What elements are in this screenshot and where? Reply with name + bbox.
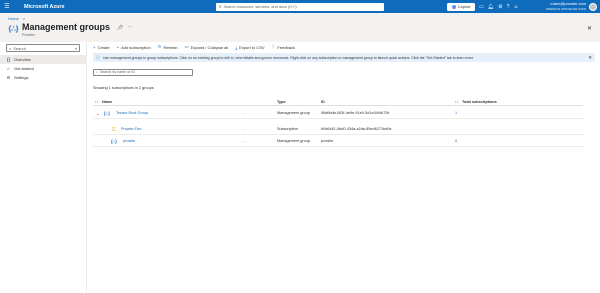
column-type[interactable]: Type [277,100,286,104]
info-icon: ⓘ [96,54,100,60]
management-group-icon: {∴} [111,139,117,144]
sort-icon[interactable]: ↑↓ [455,100,459,104]
info-text: Use management groups to group subscript… [103,55,474,60]
notifications-icon[interactable]: 🔔︎ [488,4,494,10]
expand-collapse-label: Expand / Collapse all [190,44,229,50]
row-total[interactable]: 1 [455,111,457,115]
add-subscription-button[interactable]: + Add subscription [117,45,151,50]
sidebar-search-placeholder: Search [13,45,26,51]
table-row[interactable]: {∴} prowler ... Management group prowler… [93,135,583,147]
row-type: Management group [277,139,310,143]
global-search-input[interactable]: ⌕ Search resources, services, and docs (… [216,2,384,11]
sidebar: ⌕ Search « {} Overview ➶ Get started ⚙ S… [0,42,86,293]
collapse-sidebar-icon[interactable]: « [75,46,77,51]
refresh-button[interactable]: ↻ Refresh [158,44,178,50]
hamburger-icon[interactable]: ☰ [0,0,14,13]
column-name[interactable]: Name [102,100,112,104]
plus-icon: + [116,44,120,50]
create-button[interactable]: + Create [93,45,110,50]
row-more-button[interactable]: ... [243,127,248,131]
row-type: Subscription [277,127,298,131]
user-account[interactable]: ruben@prowler.com PREMIUM (PROWLER.COM) [546,1,586,11]
sidebar-item-label: Get started [14,66,34,71]
sidebar-item-get-started[interactable]: ➶ Get started [0,64,86,73]
copilot-button[interactable]: Copilot [447,2,475,11]
table-header: ↑↓ Name Type ID ↑↓ Total subscriptions [93,99,583,106]
export-csv-label: Export to CSV [239,44,265,50]
command-bar: + Create + Add subscription ↻ Refresh ▭ Expa… [87,42,600,52]
filter-search-input[interactable]: ⌕ Search by name or ID [93,69,193,76]
heart-icon: ♡ [271,44,276,49]
chevron-down-icon[interactable]: ⌄ [96,111,99,116]
row-name-link[interactable]: Prowler Dev [121,127,142,131]
add-subscription-label: Add subscription [121,44,151,50]
avatar[interactable] [589,2,597,11]
export-csv-button[interactable]: ⤓ Export to CSV [235,45,264,50]
settings-icon[interactable]: ⚙ [498,4,502,10]
main-content: + Create + Add subscription ↻ Refresh ▭ Expa… [86,42,600,293]
table-row[interactable]: ⌄ {∴} Tenant Root Group ... Management g… [93,107,583,119]
row-id: 96df4efa-083f-4e9e-91e0-5d1e04f4b72b [321,111,390,115]
gear-icon: ⚙ [6,75,11,80]
row-id: b0d6441-5dd0-434a-a2da-89ed6271bd0e [321,127,392,131]
plus-icon: + [93,44,96,50]
top-bar: ☰ Microsoft Azure ⌕ Search resources, se… [0,0,600,13]
refresh-icon: ↻ [157,44,162,49]
management-group-icon: {∴} [104,111,110,116]
close-icon[interactable]: ✕ [588,55,592,61]
search-icon: ⌕ [96,70,99,75]
search-icon: ⌕ [9,45,12,51]
feedback-label: Feedback [277,44,295,50]
download-icon: ⤓ [235,44,238,50]
result-summary: Showing 1 subscriptions in 2 groups [93,86,154,90]
expand-collapse-button[interactable]: ▭ Expand / Collapse all [184,44,228,50]
breadcrumb-separator: > [22,15,26,21]
breadcrumb: Home > [8,16,25,21]
help-icon[interactable]: ? [507,4,510,10]
filter-placeholder: Search by name or ID [100,70,135,75]
table-row[interactable]: ⚿ Prowler Dev ... Subscription b0d6441-5… [93,123,583,135]
sidebar-item-overview[interactable]: {} Overview [0,55,86,64]
row-name-link[interactable]: prowler [123,139,135,143]
page-header: {∴} Management groups Prowler 📌︎ ··· [8,22,133,37]
management-group-icon: {∴} [8,25,19,33]
sort-icon[interactable]: ↑↓ [95,100,99,104]
sidebar-item-label: Settings [14,75,29,80]
rocket-icon: ➶ [6,66,11,71]
overview-icon: {} [6,57,11,62]
global-search-placeholder: Search resources, services, and docs (G+… [223,4,297,9]
row-total[interactable]: 0 [455,139,457,143]
cloud-shell-icon[interactable]: ▭ [479,4,484,10]
row-more-button[interactable]: ... [243,111,248,115]
refresh-label: Refresh [163,44,178,50]
sidebar-item-label: Overview [14,57,31,62]
sidebar-search-input[interactable]: ⌕ Search « [6,44,80,52]
column-id[interactable]: ID [321,100,325,104]
row-type: Management group [277,111,310,115]
sidebar-item-settings[interactable]: ⚙ Settings [0,73,86,82]
subscription-key-icon: ⚿ [112,127,116,132]
more-options-icon[interactable]: ··· [127,24,132,30]
copilot-icon [451,4,456,9]
brand-label[interactable]: Microsoft Azure [24,4,65,10]
row-id: prowler [321,139,334,143]
page-subtitle: Prowler [22,33,35,37]
top-bar-icons: ▭ 🔔︎ ⚙ ? ☺ [479,0,518,13]
user-tenant: PREMIUM (PROWLER.COM) [546,6,586,11]
info-banner: ⓘ Use management groups to group subscri… [93,53,595,62]
page-title: Management groups [22,22,111,32]
search-icon: ⌕ [219,4,222,9]
expand-icon: ▭ [184,44,189,49]
row-more-button[interactable]: ... [243,139,248,143]
feedback-icon[interactable]: ☺ [513,4,518,10]
row-name-link[interactable]: Tenant Root Group [116,111,148,115]
column-total-subscriptions[interactable]: Total subscriptions [462,100,497,104]
close-icon[interactable]: ✕ [587,25,592,32]
breadcrumb-home-link[interactable]: Home [8,16,19,21]
feedback-button[interactable]: ♡ Feedback [271,44,295,50]
copilot-label: Copilot [457,4,471,9]
pin-icon[interactable]: 📌︎ [117,25,123,31]
create-label: Create [97,44,110,50]
